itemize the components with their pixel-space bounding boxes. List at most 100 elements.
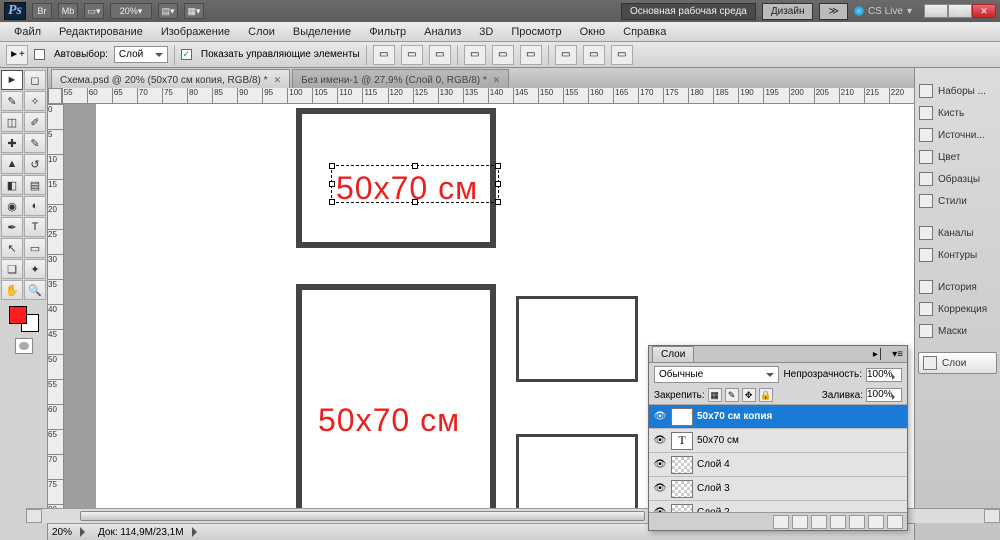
layer-list[interactable]: 👁T50х70 см копия👁T50х70 см👁Слой 4👁Слой 3…	[649, 405, 907, 512]
eyedropper-tool[interactable]: ✐	[24, 112, 46, 132]
workspace-main-button[interactable]: Основная рабочая среда	[621, 3, 756, 20]
menu-select[interactable]: Выделение	[285, 24, 359, 40]
menu-image[interactable]: Изображение	[153, 24, 238, 40]
panel-menu-button[interactable]: ▾≡	[888, 347, 907, 362]
marquee-tool[interactable]: ◻	[24, 70, 46, 90]
visibility-toggle[interactable]: 👁	[653, 482, 667, 496]
visibility-toggle[interactable]: 👁	[653, 410, 667, 424]
layer-name[interactable]: Слой 4	[697, 459, 730, 470]
menu-analysis[interactable]: Анализ	[416, 24, 469, 40]
crop-tool[interactable]: ◫	[1, 112, 23, 132]
blur-tool[interactable]: ◉	[1, 196, 23, 216]
text-layer-2[interactable]: 50х70 см	[318, 402, 460, 439]
layer-name[interactable]: Слой 3	[697, 483, 730, 494]
layer-fx-button[interactable]	[792, 515, 808, 529]
scroll-right-button[interactable]	[984, 509, 1000, 523]
dock--[interactable]: Источни...	[915, 124, 1000, 146]
align-3-button[interactable]: ▭	[429, 45, 451, 65]
menu-edit[interactable]: Редактирование	[51, 24, 151, 40]
menu-view[interactable]: Просмотр	[503, 24, 569, 40]
window-close-button[interactable]: ✕	[972, 4, 996, 18]
lock-all-button[interactable]: 🔒	[759, 388, 773, 402]
status-arrow-icon[interactable]	[192, 527, 202, 537]
dock--[interactable]: Кисть	[915, 102, 1000, 124]
brush-tool[interactable]: ✎	[24, 133, 46, 153]
opacity-input[interactable]: 100%	[866, 368, 902, 382]
layer-row[interactable]: 👁Слой 2	[649, 501, 907, 512]
gradient-tool[interactable]: ▤	[24, 175, 46, 195]
wand-tool[interactable]: ✧	[24, 91, 46, 111]
history-brush-tool[interactable]: ↺	[24, 154, 46, 174]
layers-panel[interactable]: Слои ▸│ ▾≡ Обычные Непрозрачность: 100% …	[648, 345, 908, 531]
menu-file[interactable]: Файл	[6, 24, 49, 40]
doc-tab-2[interactable]: Без имени-1 @ 27,9% (Слой 0, RGB/8) *✕	[292, 69, 509, 88]
menu-window[interactable]: Окно	[572, 24, 614, 40]
extras-button[interactable]: ▦▾	[184, 3, 204, 19]
3d-tool[interactable]: ❏	[1, 259, 23, 279]
align-1-button[interactable]: ▭	[373, 45, 395, 65]
workspace-more-button[interactable]: ≫	[819, 3, 847, 20]
layer-row[interactable]: 👁T50х70 см копия	[649, 405, 907, 429]
heal-tool[interactable]: ✚	[1, 133, 23, 153]
path-select-tool[interactable]: ↖	[1, 238, 23, 258]
layer-row[interactable]: 👁 Слой 3	[649, 477, 907, 501]
type-tool[interactable]: T	[24, 217, 46, 237]
fill-input[interactable]: 100%	[866, 388, 902, 402]
dodge-tool[interactable]: ◐	[24, 196, 46, 216]
dist-3-button[interactable]: ▭	[611, 45, 633, 65]
status-arrow-icon[interactable]	[80, 527, 90, 537]
window-min-button[interactable]: —	[924, 4, 948, 18]
dock--[interactable]: Стили	[915, 190, 1000, 212]
foreground-color-swatch[interactable]	[9, 306, 27, 324]
minibridge-button[interactable]: Mb	[58, 3, 78, 19]
hand-tool[interactable]: ✋	[1, 280, 23, 300]
layers-panel-tab[interactable]: Слои	[652, 346, 694, 362]
layer-thumbnail[interactable]	[671, 504, 693, 513]
lock-transparent-button[interactable]: ▦	[708, 388, 722, 402]
window-max-button[interactable]: ☐	[948, 4, 972, 18]
layer-mask-button[interactable]	[811, 515, 827, 529]
adjustment-layer-button[interactable]	[830, 515, 846, 529]
menu-layers[interactable]: Слои	[240, 24, 283, 40]
scroll-thumb-h[interactable]	[80, 511, 645, 521]
layer-name[interactable]: 50х70 см	[697, 435, 739, 446]
layer-group-button[interactable]	[849, 515, 865, 529]
auto-select-target-select[interactable]: Слой	[114, 46, 168, 63]
bridge-button[interactable]: Br	[32, 3, 52, 19]
shape-tool[interactable]: ▭	[24, 238, 46, 258]
lock-pixels-button[interactable]: ✎	[725, 388, 739, 402]
dock--[interactable]: Наборы ...	[915, 80, 1000, 102]
menu-3d[interactable]: 3D	[471, 24, 501, 40]
quickmask-button[interactable]	[15, 338, 33, 354]
layer-row[interactable]: 👁 Слой 4	[649, 453, 907, 477]
arrange-button[interactable]: ▤▾	[158, 3, 178, 19]
dock--[interactable]: Коррекция	[915, 298, 1000, 320]
layer-row[interactable]: 👁 T 50х70 см	[649, 429, 907, 453]
lock-position-button[interactable]: ✥	[742, 388, 756, 402]
scroll-left-button[interactable]	[26, 509, 42, 523]
status-doc-size[interactable]: Док: 114,9M/23,1M	[98, 527, 184, 538]
visibility-toggle[interactable]: 👁	[653, 434, 667, 448]
cs-live-button[interactable]: CS Live ▾	[854, 6, 912, 17]
delete-layer-button[interactable]	[887, 515, 903, 529]
align-2-button[interactable]: ▭	[401, 45, 423, 65]
move-tool[interactable]: ►	[1, 70, 23, 90]
dist-1-button[interactable]: ▭	[555, 45, 577, 65]
visibility-toggle[interactable]: 👁	[653, 458, 667, 472]
dist-2-button[interactable]: ▭	[583, 45, 605, 65]
blend-mode-select[interactable]: Обычные	[654, 366, 779, 383]
dock--[interactable]: Цвет	[915, 146, 1000, 168]
layer-thumbnail[interactable]: T	[671, 432, 693, 450]
ruler-origin[interactable]	[48, 88, 62, 104]
frame-3[interactable]	[516, 296, 638, 382]
screenmode-button[interactable]: ▭▾	[84, 3, 104, 19]
dock--[interactable]: Слои	[918, 352, 997, 374]
eraser-tool[interactable]: ◧	[1, 175, 23, 195]
zoom-tool[interactable]: 🔍	[24, 280, 46, 300]
3dcam-tool[interactable]: ✦	[24, 259, 46, 279]
dock--[interactable]: Образцы	[915, 168, 1000, 190]
menu-help[interactable]: Справка	[615, 24, 674, 40]
move-tool-icon[interactable]: ►+	[6, 45, 28, 65]
menu-filter[interactable]: Фильтр	[361, 24, 414, 40]
ruler-horizontal[interactable]: 5560657075808590951001051101151201251301…	[62, 88, 914, 104]
